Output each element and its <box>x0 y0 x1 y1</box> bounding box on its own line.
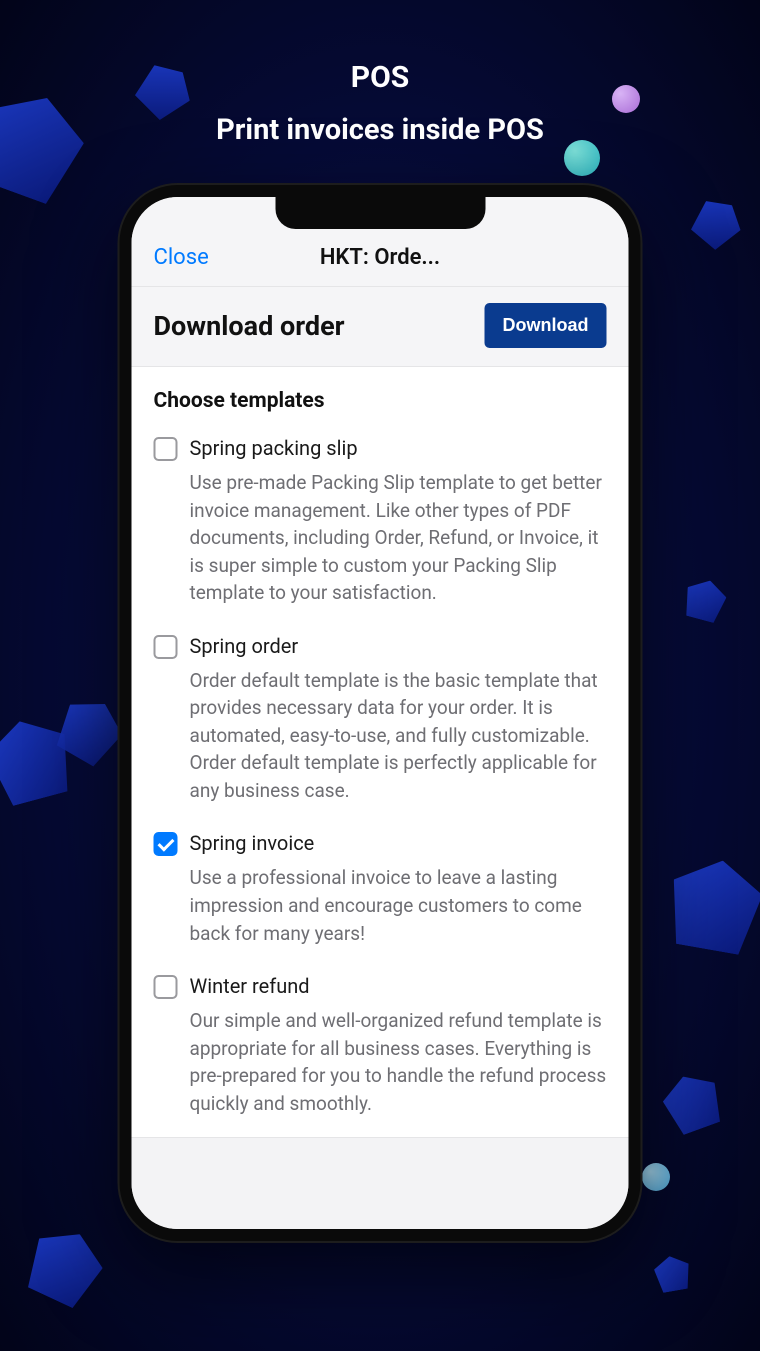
template-desc: Use a professional invoice to leave a la… <box>190 864 607 947</box>
page-heading: POS Print invoices inside POS <box>0 0 760 147</box>
template-item-spring-packing-slip: Spring packing slip Use pre-made Packing… <box>154 435 607 607</box>
checkbox-spring-order[interactable] <box>154 635 178 659</box>
template-text: Winter refund Our simple and well-organi… <box>190 973 607 1117</box>
bg-shape <box>18 1219 111 1312</box>
bg-shape <box>681 576 730 625</box>
panel-title: Download order <box>154 310 345 342</box>
bg-orb <box>642 1163 670 1191</box>
app-title: HKT: Orde... <box>320 245 440 270</box>
checkbox-winter-refund[interactable] <box>154 975 178 999</box>
footer-gap <box>132 1138 629 1229</box>
bg-shape <box>652 1253 693 1294</box>
phone-screen: Close HKT: Orde... Download order Downlo… <box>132 197 629 1229</box>
bg-shape <box>657 1067 727 1137</box>
checkbox-spring-invoice[interactable] <box>154 832 178 856</box>
template-desc: Use pre-made Packing Slip template to ge… <box>190 469 607 607</box>
page-title: POS <box>0 60 760 95</box>
template-title: Spring packing slip <box>190 435 607 461</box>
subheader: Download order Download <box>132 287 629 367</box>
bg-shape <box>686 191 749 254</box>
section-title: Choose templates <box>154 389 607 413</box>
template-title: Spring invoice <box>190 830 607 856</box>
template-title: Winter refund <box>190 973 607 999</box>
template-text: Spring order Order default template is t… <box>190 633 607 805</box>
template-title: Spring order <box>190 633 607 659</box>
template-item-spring-order: Spring order Order default template is t… <box>154 633 607 805</box>
bg-shape <box>663 853 760 957</box>
page-subtitle: Print invoices inside POS <box>0 113 760 147</box>
phone-frame: Close HKT: Orde... Download order Downlo… <box>118 183 643 1243</box>
template-desc: Our simple and well-organized refund tem… <box>190 1007 607 1117</box>
content-area: Choose templates Spring packing slip Use… <box>132 367 629 1137</box>
template-text: Spring invoice Use a professional invoic… <box>190 830 607 947</box>
checkbox-spring-packing-slip[interactable] <box>154 437 178 461</box>
download-button[interactable]: Download <box>485 303 607 348</box>
template-item-spring-invoice: Spring invoice Use a professional invoic… <box>154 830 607 947</box>
phone-notch <box>275 197 485 229</box>
template-desc: Order default template is the basic temp… <box>190 667 607 805</box>
template-text: Spring packing slip Use pre-made Packing… <box>190 435 607 607</box>
template-item-winter-refund: Winter refund Our simple and well-organi… <box>154 973 607 1117</box>
close-button[interactable]: Close <box>154 245 209 270</box>
